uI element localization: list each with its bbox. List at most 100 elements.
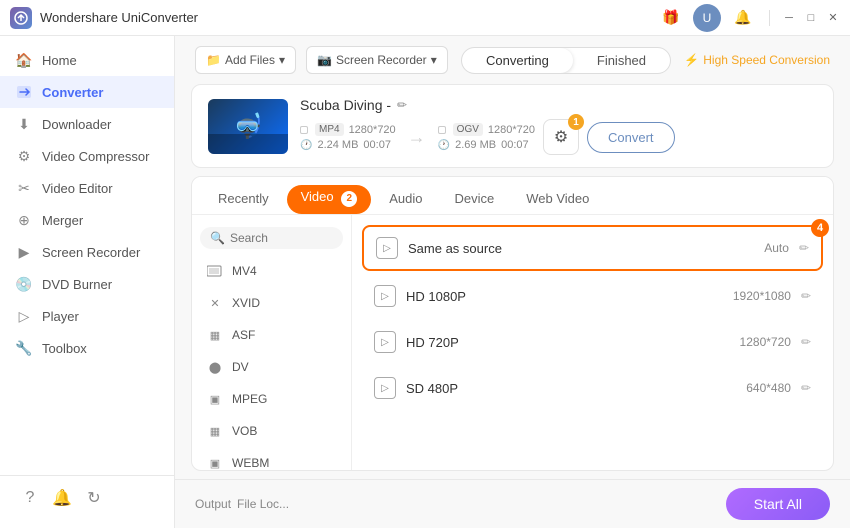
- merger-icon: ⊕: [16, 212, 32, 228]
- play-icon: ▷: [376, 237, 398, 259]
- app-title: Wondershare UniConverter: [40, 10, 657, 25]
- search-icon: 🔍: [210, 231, 225, 245]
- format-item-vob[interactable]: ▦ VOB: [192, 415, 351, 447]
- gift-icon[interactable]: 🎁: [657, 4, 685, 32]
- title-bar: Wondershare UniConverter 🎁 U 🔔 ─ □ ✕: [0, 0, 850, 36]
- sidebar-item-home[interactable]: 🏠 Home: [0, 44, 174, 76]
- minimize-button[interactable]: ─: [782, 11, 796, 25]
- video-tab-badge: 2: [341, 191, 357, 207]
- home-icon: 🏠: [16, 52, 32, 68]
- chevron-down-icon-2: ▾: [431, 53, 437, 67]
- format-item-dv[interactable]: ⬤ DV: [192, 351, 351, 383]
- high-speed-button[interactable]: ⚡ High Speed Conversion: [684, 53, 830, 67]
- film-icon-2: ✕: [206, 294, 224, 312]
- format-item-mpeg[interactable]: ▣ MPEG: [192, 383, 351, 415]
- add-files-button[interactable]: 📁 Add Files ▾: [195, 46, 296, 74]
- film-icon-4: ⬤: [206, 358, 224, 376]
- target-format-badge: [438, 126, 446, 134]
- clock-icon: 🕐: [300, 140, 312, 151]
- sidebar-item-video-editor[interactable]: ✂ Video Editor: [0, 172, 174, 204]
- sidebar-item-dvd-burner[interactable]: 💿 DVD Burner: [0, 268, 174, 300]
- sidebar-item-merger[interactable]: ⊕ Merger: [0, 204, 174, 236]
- tab-finished[interactable]: Finished: [573, 48, 670, 73]
- quality-item-same-source[interactable]: ▷ Same as source Auto ✏ 4: [362, 225, 823, 271]
- format-tabs: Recently Video 2 Audio Device Web Video: [192, 177, 833, 215]
- tab-audio[interactable]: Audio: [375, 185, 436, 214]
- toolbox-icon: 🔧: [16, 340, 32, 356]
- sidebar-bottom: ? 🔔 ↻: [0, 475, 174, 520]
- film-icon-5: ▣: [206, 390, 224, 408]
- tab-converting[interactable]: Converting: [462, 48, 573, 73]
- source-format-badge: [300, 126, 308, 134]
- edit-icon-3[interactable]: ✏: [801, 335, 811, 349]
- tab-group: Converting Finished: [458, 47, 675, 74]
- quality-list: ▷ Same as source Auto ✏ 4 ▷ HD 1080P 192…: [352, 215, 833, 470]
- user-avatar[interactable]: U: [693, 4, 721, 32]
- tab-video[interactable]: Video 2: [287, 185, 372, 214]
- tab-toggle: Converting Finished: [461, 47, 671, 74]
- title-bar-actions: 🎁 U 🔔 ─ □ ✕: [657, 4, 840, 32]
- main-layout: 🏠 Home Converter ⬇ Downloader ⚙ Video Co…: [0, 36, 850, 528]
- close-button[interactable]: ✕: [826, 11, 840, 25]
- play-icon-2: ▷: [374, 285, 396, 307]
- format-item-asf[interactable]: ▦ ASF: [192, 319, 351, 351]
- screen-recorder-icon: ▶: [16, 244, 32, 260]
- edit-title-icon[interactable]: ✏: [397, 98, 407, 112]
- edit-icon-4[interactable]: ✏: [801, 381, 811, 395]
- format-search: 🔍: [200, 227, 343, 249]
- quality-item-sd480p[interactable]: ▷ SD 480P 640*480 ✏: [362, 367, 823, 409]
- format-panel-inner: 🔍 MV4 ✕ XVID ▦ ASF: [192, 215, 833, 470]
- notification-icon[interactable]: 🔔: [48, 484, 76, 512]
- video-thumbnail: 🤿: [208, 99, 288, 154]
- format-item-webm[interactable]: ▣ WEBM: [192, 447, 351, 470]
- sidebar-item-screen-recorder[interactable]: ▶ Screen Recorder: [0, 236, 174, 268]
- maximize-button[interactable]: □: [804, 11, 818, 25]
- converter-icon: [16, 84, 32, 100]
- sidebar: 🏠 Home Converter ⬇ Downloader ⚙ Video Co…: [0, 36, 175, 528]
- quality-item-hd720p[interactable]: ▷ HD 720P 1280*720 ✏: [362, 321, 823, 363]
- compressor-icon: ⚙: [16, 148, 32, 164]
- sidebar-item-downloader[interactable]: ⬇ Downloader: [0, 108, 174, 140]
- quality-item-hd1080p[interactable]: ▷ HD 1080P 1920*1080 ✏: [362, 275, 823, 317]
- gear-icon: ⚙: [554, 127, 568, 147]
- item-title: Scuba Diving - ✏: [300, 97, 817, 113]
- bottom-bar: Output File Loc... Start All: [175, 479, 850, 528]
- edit-icon-2[interactable]: ✏: [801, 289, 811, 303]
- tab-recently[interactable]: Recently: [204, 185, 283, 214]
- chevron-down-icon: ▾: [279, 53, 285, 67]
- search-input[interactable]: [230, 231, 333, 245]
- film-icon-7: ▣: [206, 454, 224, 470]
- downloader-icon: ⬇: [16, 116, 32, 132]
- quality-badge-4: 4: [811, 219, 829, 237]
- tab-web-video[interactable]: Web Video: [512, 185, 603, 214]
- format-panel-outer: Recently Video 2 Audio Device Web Video …: [191, 176, 834, 471]
- bell-icon[interactable]: 🔔: [729, 4, 757, 32]
- add-icon: 📁: [206, 53, 221, 67]
- sidebar-item-converter[interactable]: Converter: [0, 76, 174, 108]
- player-icon: ▷: [16, 308, 32, 324]
- convert-item-area: 🤿 Scuba Diving - ✏ MP4 1280*720: [191, 84, 834, 168]
- camera-button[interactable]: 📷 Screen Recorder ▾: [306, 46, 448, 74]
- question-icon[interactable]: ?: [16, 484, 44, 512]
- dvd-burner-icon: 💿: [16, 276, 32, 292]
- format-list: 🔍 MV4 ✕ XVID ▦ ASF: [192, 215, 352, 470]
- arrow-right-icon: →: [408, 127, 426, 148]
- film-icon-3: ▦: [206, 326, 224, 344]
- format-item-xvid[interactable]: ✕ XVID: [192, 287, 351, 319]
- settings-badge: 1: [568, 114, 584, 130]
- edit-icon[interactable]: ✏: [799, 241, 809, 255]
- tab-device[interactable]: Device: [440, 185, 508, 214]
- play-icon-3: ▷: [374, 331, 396, 353]
- format-item-mv4[interactable]: MV4: [192, 255, 351, 287]
- refresh-icon[interactable]: ↻: [80, 484, 108, 512]
- sidebar-item-player[interactable]: ▷ Player: [0, 300, 174, 332]
- start-all-button[interactable]: Start All: [726, 488, 830, 520]
- film-icon-6: ▦: [206, 422, 224, 440]
- target-file-info: OGV 1280*720 🕐 2.69 MB 00:07: [438, 123, 535, 151]
- camera-icon: 📷: [317, 53, 332, 67]
- sidebar-item-toolbox[interactable]: 🔧 Toolbox: [0, 332, 174, 364]
- film-icon: [206, 262, 224, 280]
- sidebar-item-video-compressor[interactable]: ⚙ Video Compressor: [0, 140, 174, 172]
- convert-button[interactable]: Convert: [587, 122, 675, 153]
- settings-button[interactable]: ⚙ 1: [543, 119, 579, 155]
